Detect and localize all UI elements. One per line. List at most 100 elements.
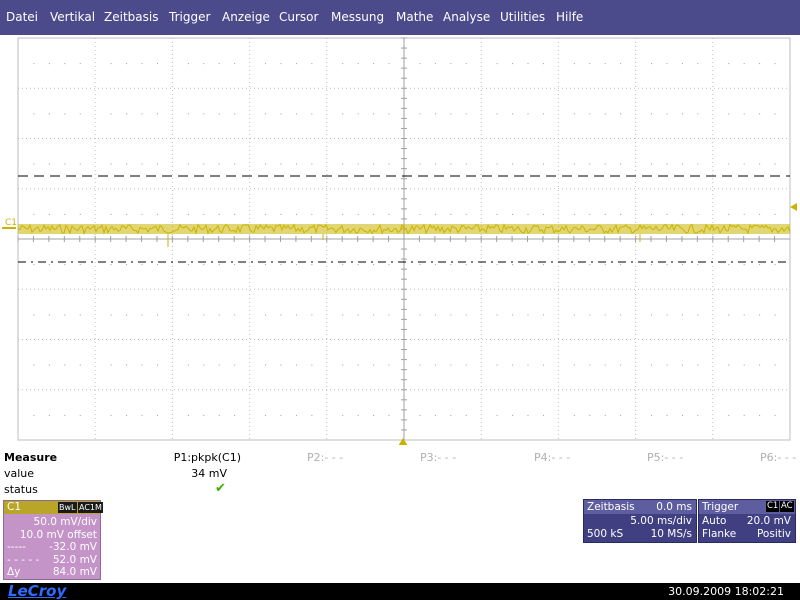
bandwidth-limit-badge: BwL [58,502,77,513]
grid-dot [527,213,529,215]
menu-cursor[interactable]: Cursor [279,10,318,25]
grid-dot [280,264,282,266]
graticule-ticks [17,37,790,440]
grid-dot [465,414,467,416]
grid-dot [203,63,205,65]
grid-dot [126,113,128,115]
grid-dot [265,213,267,215]
grid-dot [728,163,730,165]
grid-dot [512,364,514,366]
trigger-panel[interactable]: Trigger C1 AC Auto 20.0 mV Flanke Positi… [698,499,796,543]
grid-dot [48,213,50,215]
grid-dot [465,213,467,215]
measure-p2-name[interactable]: P2:- - - [307,451,343,465]
grid-dot [79,113,81,115]
grid-dot [126,264,128,266]
menu-trigger[interactable]: Trigger [169,10,210,25]
grid-dot [573,163,575,165]
waveform-display[interactable]: C1 [0,35,800,445]
grid-dot [187,113,189,115]
trigger-mode: Auto [702,515,727,527]
status-bar: LeCroy 30.09.2009 18:02:21 [0,583,800,600]
trigger-slope: Positiv [756,528,791,540]
measure-p1-name[interactable]: P1:pkpk(C1) [174,451,241,465]
measure-p6-name[interactable]: P6:- - - [760,451,796,465]
menu-anzeige[interactable]: Anzeige [222,10,270,25]
menu-hilfe[interactable]: Hilfe [556,10,583,25]
menu-analyse[interactable]: Analyse [443,10,490,25]
channel-1-descriptor[interactable]: C1 BwL AC1M 50.0 mV/div 10.0 mV offset -… [3,500,103,580]
grid-dot [295,213,297,215]
grid-dot [666,414,668,416]
grid-dot [64,213,66,215]
grid-dot [79,364,81,366]
measure-p5-name[interactable]: P5:- - - [647,451,683,465]
channel-marker-label[interactable]: C1 [5,218,17,228]
grid-dot [187,63,189,65]
grid-dot [434,113,436,115]
grid-dot [542,63,544,65]
grid-dot [126,364,128,366]
grid-dot [295,414,297,416]
grid-dot [126,213,128,215]
grid-dot [434,213,436,215]
grid-dot [728,314,730,316]
grid-dot [651,163,653,165]
grid-dot [681,414,683,416]
grid-dot [156,163,158,165]
grid-dot [141,113,143,115]
grid-dot [203,113,205,115]
trigger-level-marker[interactable] [790,203,797,211]
grid-dot [373,314,375,316]
grid-dot [141,364,143,366]
grid-dot [295,163,297,165]
menu-utilities[interactable]: Utilities [500,10,545,25]
grid-dot [681,63,683,65]
grid-dot [573,113,575,115]
grid-dot [681,364,683,366]
grid-dot [234,364,236,366]
grid-dot [126,163,128,165]
grid-dot [728,264,730,266]
grid-dot [512,63,514,65]
measure-p3-name[interactable]: P3:- - - [420,451,456,465]
grid-dot [295,264,297,266]
grid-dot [48,314,50,316]
menu-vertikal[interactable]: Vertikal [50,10,95,25]
grid-dot [187,414,189,416]
menu-mathe[interactable]: Mathe [396,10,433,25]
grid-dot [496,163,498,165]
grid-dot [666,213,668,215]
grid-dot [604,264,606,266]
grid-dot [48,163,50,165]
grid-dot [218,314,220,316]
menu-datei[interactable]: Datei [6,10,38,25]
grid-dot [651,213,653,215]
grid-dot [450,163,452,165]
grid-dot [697,264,699,266]
grid-dot [681,314,683,316]
trigger-delay-marker[interactable] [398,438,408,445]
grid-dot [573,264,575,266]
grid-dot [620,213,622,215]
grid-dot [218,163,220,165]
grid-dot [234,113,236,115]
cursor-1-label: ----- [7,541,26,553]
timebase-panel[interactable]: Zeitbasis 0.0 ms 5.00 ms/div 500 kS 10 M… [583,499,697,543]
grid-dot [450,63,452,65]
grid-dot [604,364,606,366]
grid-dot [620,414,622,416]
grid-dot [33,213,35,215]
grid-dot [218,213,220,215]
grid-dot [465,364,467,366]
grid-dot [234,414,236,416]
grid-dot [527,414,529,416]
grid-dot [774,414,776,416]
grid-dot [311,364,313,366]
grid-dot [48,113,50,115]
measure-p1-status-check-icon: ✔ [215,481,226,496]
grid-dot [110,113,112,115]
measure-p4-name[interactable]: P4:- - - [534,451,570,465]
menu-messung[interactable]: Messung [331,10,384,25]
menu-zeitbasis[interactable]: Zeitbasis [104,10,158,25]
